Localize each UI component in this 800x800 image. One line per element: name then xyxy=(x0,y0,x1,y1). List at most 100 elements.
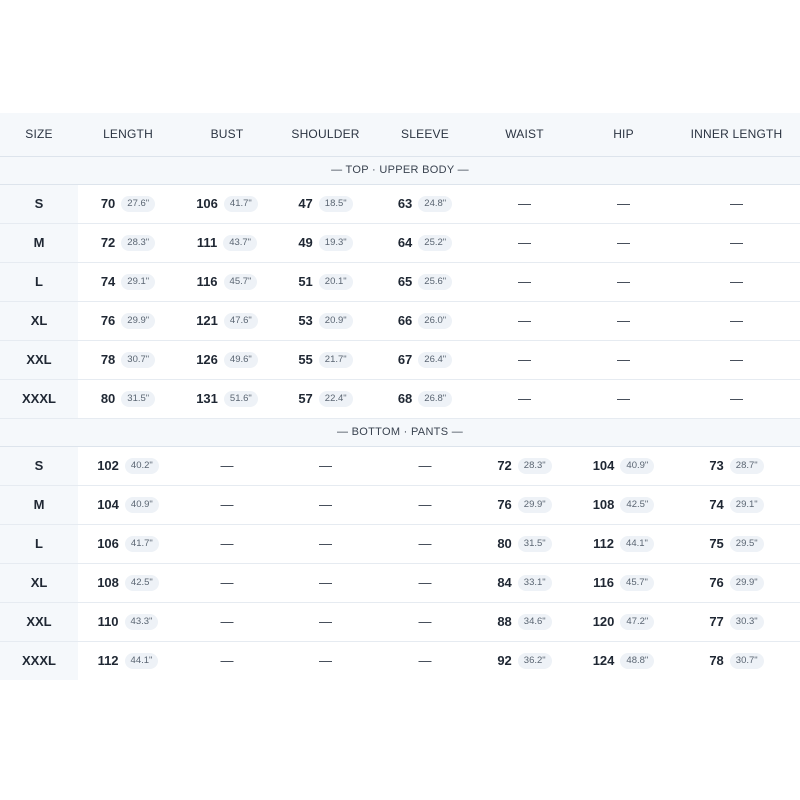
section-header-row: — TOP · UPPER BODY — xyxy=(0,156,800,185)
empty-dash: — xyxy=(617,235,630,250)
size-label: S xyxy=(0,446,78,486)
empty-dash: — xyxy=(617,196,630,211)
cm-value: 124 xyxy=(592,653,615,669)
measurement-cell: 126 49.6" xyxy=(178,340,276,380)
inch-badge: 29.5" xyxy=(729,535,764,552)
measurement-cell: 51 20.1" xyxy=(276,262,375,302)
inch-badge: 29.9" xyxy=(121,312,156,329)
inch-badge: 29.9" xyxy=(517,496,552,513)
measurement-cell: 72 28.3" xyxy=(475,446,574,486)
measurement-cell: 108 42.5" xyxy=(574,485,673,525)
measurement-cell: — xyxy=(375,485,475,525)
cm-value: 74 xyxy=(709,497,724,513)
size-label: XL xyxy=(0,301,78,341)
size-label: S xyxy=(0,184,78,224)
size-label: L xyxy=(0,524,78,564)
empty-dash: — xyxy=(418,497,432,512)
cm-value: 76 xyxy=(497,497,512,513)
size-label: M xyxy=(0,223,78,263)
measurement-cell: 53 20.9" xyxy=(276,301,375,341)
table-row: XL 76 29.9" 121 47.6" 53 20.9" 66 26.0" — — — xyxy=(0,301,800,341)
table-row: XXXL 80 31.5" 131 51.6" 57 22.4" 68 26.8" — — — xyxy=(0,379,800,419)
measurement-cell: 68 26.8" xyxy=(375,379,475,419)
inch-badge: 20.1" xyxy=(318,273,353,290)
measurement-cell: — xyxy=(375,524,475,564)
measurement-cell: 111 43.7" xyxy=(178,223,276,263)
cm-value: 77 xyxy=(709,614,724,630)
measurement-cell: 84 33.1" xyxy=(475,563,574,603)
empty-dash: — xyxy=(518,274,531,289)
size-label: XXL xyxy=(0,602,78,642)
cm-value: 106 xyxy=(196,196,218,212)
measurement-cell: — xyxy=(475,379,574,419)
empty-dash: — xyxy=(730,391,743,406)
measurement-cell: 102 40.2" xyxy=(78,446,178,486)
cm-value: 126 xyxy=(196,352,218,368)
measurement-cell: 76 29.9" xyxy=(475,485,574,525)
inch-badge: 28.3" xyxy=(121,234,156,251)
inch-badge: 42.5" xyxy=(124,574,159,591)
cm-value: 121 xyxy=(196,313,218,329)
inch-badge: 20.9" xyxy=(318,312,353,329)
inch-badge: 29.1" xyxy=(121,273,156,290)
measurement-cell: 67 26.4" xyxy=(375,340,475,380)
measurement-cell: 112 44.1" xyxy=(78,641,178,680)
inch-badge: 45.7" xyxy=(223,273,258,290)
measurement-cell: — xyxy=(475,301,574,341)
inch-badge: 24.8" xyxy=(418,195,453,212)
measurement-cell: 76 29.9" xyxy=(673,563,800,603)
empty-dash: — xyxy=(220,653,234,669)
inch-badge: 33.1" xyxy=(517,574,552,591)
empty-dash: — xyxy=(319,497,332,512)
cm-value: 57 xyxy=(298,391,313,407)
inch-badge: 25.6" xyxy=(418,273,453,290)
empty-dash: — xyxy=(730,235,743,250)
inch-badge: 44.1" xyxy=(620,535,654,552)
cm-value: 110 xyxy=(97,614,119,630)
inch-badge: 36.2" xyxy=(517,653,552,670)
measurement-cell: — xyxy=(276,485,375,525)
measurement-cell: — xyxy=(276,602,375,642)
empty-dash: — xyxy=(418,653,432,669)
size-label: L xyxy=(0,262,78,302)
inch-badge: 51.6" xyxy=(223,390,258,407)
cm-value: 53 xyxy=(298,313,313,329)
inch-badge: 31.5" xyxy=(517,535,552,552)
empty-dash: — xyxy=(617,313,630,328)
measurement-cell: — xyxy=(276,641,375,680)
inch-badge: 30.7" xyxy=(729,653,764,670)
size-label: XXL xyxy=(0,340,78,380)
measurement-cell: — xyxy=(375,641,475,680)
inch-badge: 30.7" xyxy=(121,351,156,368)
empty-dash: — xyxy=(730,274,743,289)
measurement-cell: — xyxy=(673,379,800,419)
measurement-cell: — xyxy=(673,262,800,302)
measurement-cell: — xyxy=(574,262,673,302)
cm-value: 106 xyxy=(97,536,119,552)
empty-dash: — xyxy=(418,575,432,590)
measurement-cell: 106 41.7" xyxy=(78,524,178,564)
table-row: XXXL 112 44.1" — — — 92 36.2" 124 48.8" 78 30.7" xyxy=(0,641,800,680)
measurement-cell: — xyxy=(475,184,574,224)
measurement-cell: — xyxy=(673,340,800,380)
empty-dash: — xyxy=(319,653,332,669)
column-header-inner-length: INNER LENGTH xyxy=(673,113,800,157)
inch-badge: 27.6" xyxy=(121,195,156,212)
measurement-cell: 88 34.6" xyxy=(475,602,574,642)
measurement-cell: 121 47.6" xyxy=(178,301,276,341)
measurement-cell: — xyxy=(375,563,475,603)
header-row: SIZE LENGTH BUST SHOULDER SLEEVE WAIST HIP INNE… xyxy=(0,113,800,157)
measurement-cell: 49 19.3" xyxy=(276,223,375,263)
measurement-cell: 77 30.3" xyxy=(673,602,800,642)
inch-badge: 48.8" xyxy=(620,653,655,670)
column-header-shoulder: SHOULDER xyxy=(276,113,375,157)
inch-badge: 47.2" xyxy=(620,613,655,630)
cm-value: 111 xyxy=(196,235,218,251)
cm-value: 64 xyxy=(397,235,413,251)
empty-dash: — xyxy=(220,458,234,473)
inch-badge: 26.8" xyxy=(418,390,453,407)
cm-value: 68 xyxy=(397,391,413,407)
empty-dash: — xyxy=(518,235,531,250)
measurement-cell: — xyxy=(574,184,673,224)
measurement-cell: 63 24.8" xyxy=(375,184,475,224)
